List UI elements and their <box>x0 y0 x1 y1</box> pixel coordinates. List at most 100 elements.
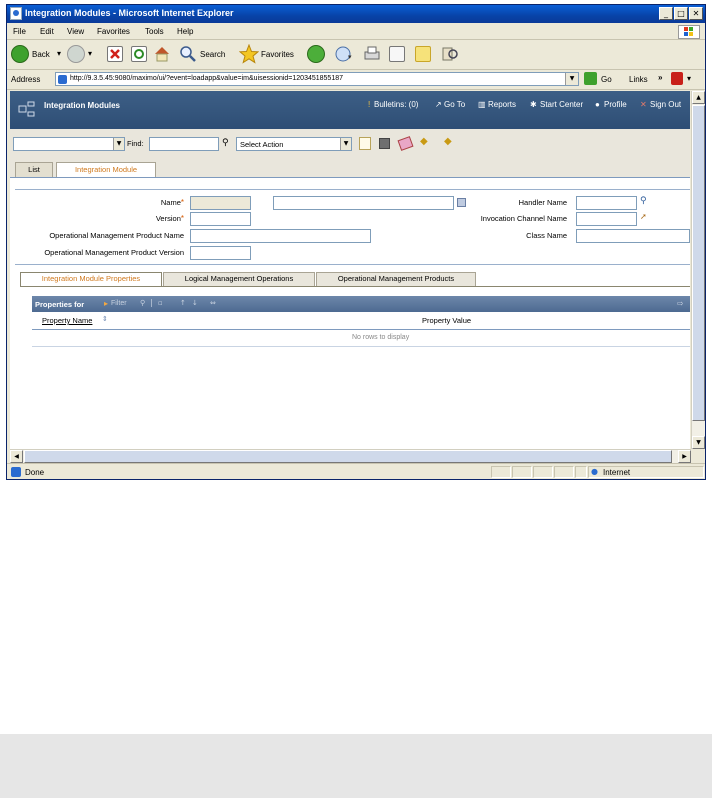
stop-icon[interactable] <box>107 46 123 62</box>
name-input[interactable] <box>190 196 251 210</box>
previous-next-icon[interactable]: ⇔ <box>210 299 216 307</box>
scroll-up-icon[interactable]: ▲ <box>692 91 705 104</box>
scroll-right-icon[interactable]: ▶ <box>678 450 691 463</box>
zone-text: Internet <box>603 468 631 477</box>
favorites-label[interactable]: Favorites <box>261 50 294 59</box>
minimize-button[interactable]: _ <box>659 7 673 20</box>
pdf-dropdown-icon[interactable]: ▾ <box>687 74 691 83</box>
subtab-logical-operations[interactable]: Logical Management Operations <box>163 272 315 286</box>
find-input[interactable] <box>149 137 219 151</box>
subtab-baseline <box>20 286 690 287</box>
main-tabs: List Integration Module <box>10 157 690 178</box>
app-header: Integration Modules ! Bulletins: (0) ↗ G… <box>10 91 690 129</box>
scroll-left-icon[interactable]: ◀ <box>10 450 23 463</box>
svg-text:▾: ▾ <box>348 53 352 61</box>
property-name-column[interactable]: Property Name <box>42 316 92 325</box>
go-button[interactable]: Go <box>601 75 612 84</box>
query-select[interactable]: ▼ <box>13 137 125 151</box>
filter-icon[interactable]: ▸ <box>104 299 108 308</box>
version-input[interactable] <box>190 212 251 226</box>
go-arrow-icon[interactable] <box>584 72 597 85</box>
favorites-star-icon[interactable] <box>238 43 260 64</box>
menu-edit[interactable]: Edit <box>40 27 54 36</box>
maximize-button[interactable]: □ <box>674 7 688 20</box>
name-label: Name* <box>160 198 184 207</box>
subtab-management-products[interactable]: Operational Management Products <box>316 272 476 286</box>
omp-version-input[interactable] <box>190 246 251 260</box>
tab-integration-module[interactable]: Integration Module <box>56 162 156 178</box>
handler-name-input[interactable] <box>576 196 637 210</box>
address-bar: Address http://9.3.5.45:9080/maximo/ui/?… <box>7 69 705 90</box>
new-record-icon[interactable] <box>359 137 371 150</box>
refresh-icon[interactable] <box>131 46 147 62</box>
filter-link[interactable]: Filter <box>111 300 127 307</box>
select-action-dropdown[interactable]: Select Action ▼ <box>236 137 352 151</box>
class-name-input[interactable] <box>576 229 690 243</box>
download-icon[interactable]: ⇨ <box>677 299 684 308</box>
integration-modules-icon <box>18 101 36 117</box>
menu-help[interactable]: Help <box>177 27 193 36</box>
search-label[interactable]: Search <box>200 50 225 59</box>
close-window-button[interactable]: ✕ <box>689 7 703 20</box>
profile-link[interactable]: Profile <box>604 100 627 109</box>
vertical-scrollbar[interactable]: ▲ ▼ <box>691 91 705 449</box>
menu-favorites[interactable]: Favorites <box>97 27 130 36</box>
print-icon[interactable] <box>363 45 381 63</box>
messenger-icon[interactable] <box>415 46 431 62</box>
save-icon[interactable] <box>379 138 390 149</box>
find-table-icon[interactable]: ⚲ <box>140 299 145 307</box>
clear-filter-icon[interactable]: ▫ <box>158 299 163 307</box>
horizontal-scrollbar[interactable]: ◀ ▶ <box>10 449 691 463</box>
handler-lookup-icon[interactable]: ⚲ <box>640 196 647 206</box>
home-icon[interactable] <box>153 45 171 63</box>
sign-out-link[interactable]: Sign Out <box>650 100 681 109</box>
pdf-icon[interactable] <box>671 72 683 85</box>
links-button[interactable]: Links <box>629 75 648 84</box>
separator: | <box>150 298 153 307</box>
binoculars-icon[interactable]: ⚲ <box>222 138 229 148</box>
reports-link[interactable]: Reports <box>488 100 516 109</box>
menu-file[interactable]: File <box>13 27 26 36</box>
links-chevron-icon[interactable]: » <box>658 73 662 82</box>
goto-link[interactable]: Go To <box>444 100 465 109</box>
media-icon[interactable] <box>307 45 325 63</box>
subtab-module-properties[interactable]: Integration Module Properties <box>20 272 162 286</box>
next-record-icon[interactable]: ◆ <box>444 136 452 147</box>
invocation-channel-label: Invocation Channel Name <box>480 214 567 223</box>
menu-view[interactable]: View <box>67 27 84 36</box>
scroll-down-icon[interactable]: ▼ <box>692 436 705 449</box>
back-label[interactable]: Back <box>32 50 50 59</box>
find-label: Find: <box>127 139 144 148</box>
back-dropdown-icon[interactable]: ▾ <box>57 49 61 58</box>
search-icon[interactable] <box>179 45 197 63</box>
menu-tools[interactable]: Tools <box>145 27 164 36</box>
scroll-h-thumb[interactable] <box>24 450 672 463</box>
browser-toolbar: Back ▾ ▾ Search Favorites ▾ <box>7 39 705 70</box>
tab-list[interactable]: List <box>15 162 53 177</box>
omp-name-input[interactable] <box>190 229 371 243</box>
start-center-link[interactable]: Start Center <box>540 100 583 109</box>
globe-icon: ● <box>591 467 598 476</box>
clear-changes-icon[interactable] <box>397 136 414 151</box>
profile-icon: ● <box>595 100 600 109</box>
sort-icon[interactable]: ⇕ <box>102 315 108 323</box>
address-input[interactable]: http://9.3.5.45:9080/maximo/ui/?event=lo… <box>55 72 579 86</box>
move-up-icon[interactable]: ↑ <box>180 299 186 307</box>
back-arrow-icon[interactable] <box>11 45 29 63</box>
bulletins-link[interactable]: Bulletins: (0) <box>374 100 418 109</box>
forward-arrow-icon[interactable] <box>67 45 85 63</box>
address-dropdown-icon[interactable]: ▼ <box>565 73 578 85</box>
research-icon[interactable] <box>441 45 459 63</box>
invocation-detail-icon[interactable]: ➚ <box>640 212 647 221</box>
mail-icon[interactable]: ▾ <box>335 46 355 62</box>
move-down-icon[interactable]: ↓ <box>192 299 198 307</box>
scroll-thumb[interactable] <box>692 105 705 421</box>
previous-record-icon[interactable]: ◆ <box>420 136 428 147</box>
forward-dropdown-icon[interactable]: ▾ <box>88 49 92 58</box>
ie-page-icon <box>10 7 22 20</box>
select-action-dropdown-icon[interactable]: ▼ <box>340 138 351 150</box>
column-header-row: Property Name ⇕ Property Value <box>32 312 690 330</box>
query-dropdown-icon[interactable]: ▼ <box>113 138 124 150</box>
edit-icon[interactable] <box>389 46 405 62</box>
invocation-channel-input[interactable] <box>576 212 637 226</box>
